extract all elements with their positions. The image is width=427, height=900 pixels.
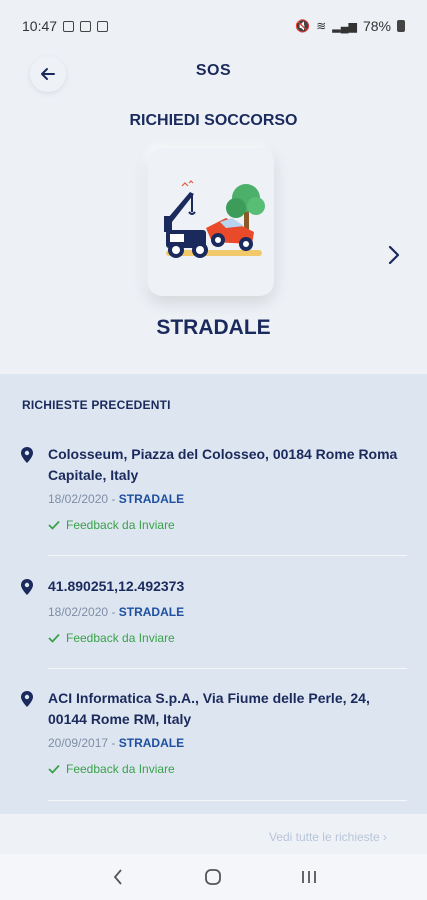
request-item[interactable]: ACI Informatica S.p.A., Via Fiume delle … <box>0 688 427 804</box>
tow-truck-illustration <box>164 180 265 258</box>
status-time: 10:47 <box>22 18 58 34</box>
nav-recents-button[interactable] <box>294 862 324 892</box>
request-type: STRADALE <box>118 736 185 750</box>
location-pin-icon <box>21 579 33 595</box>
roadside-assistance-card[interactable] <box>148 148 274 296</box>
request-meta: 18/02/2020 - STRADALE <box>48 605 185 619</box>
request-help-title: RICHIEDI SOCCORSO <box>129 112 298 129</box>
request-item[interactable]: Colosseum, Piazza del Colosseo, 00184 Ro… <box>0 444 427 556</box>
location-pin-icon <box>21 691 33 707</box>
check-icon <box>48 764 60 774</box>
mute-icon: 🔇 <box>295 19 311 33</box>
feedback-status: Feedback da Inviare <box>48 631 175 645</box>
page-title: SOS <box>195 62 232 79</box>
chevron-right-icon <box>388 245 400 265</box>
request-address: 41.890251,12.492373 <box>48 578 185 594</box>
request-date: 20/09/2017 <box>48 736 109 750</box>
app-header: SOS <box>0 52 427 96</box>
request-item[interactable]: 41.890251,12.492373 18/02/2020 - STRADAL… <box>0 576 427 670</box>
check-icon <box>48 520 60 530</box>
request-address: Colosseum, Piazza del Colosseo, 00184 Ro… <box>48 446 398 483</box>
feedback-status: Feedback da Inviare <box>48 762 175 776</box>
feedback-label: Feedback da Inviare <box>66 631 175 645</box>
request-type: STRADALE <box>118 492 185 506</box>
wifi-icon: ≋ <box>316 19 327 33</box>
divider <box>48 800 407 801</box>
check-icon <box>48 633 60 643</box>
previous-requests-panel: RICHIESTE PRECEDENTI Colosseum, Piazza d… <box>0 374 427 814</box>
status-right: 🔇 ≋ ▂▄▆ 78% <box>295 18 405 34</box>
nav-recents-icon <box>302 871 317 883</box>
status-battery: 78% <box>362 18 391 34</box>
request-type: STRADALE <box>118 605 185 619</box>
divider <box>48 555 407 556</box>
assistance-type-label: STRADALE <box>156 316 271 339</box>
request-date: 18/02/2020 <box>48 492 109 506</box>
request-meta: 18/02/2020 - STRADALE <box>48 492 185 506</box>
feedback-label: Feedback da Inviare <box>66 762 175 776</box>
next-type-button[interactable] <box>382 240 406 270</box>
status-bar: 10:47 🔇 ≋ ▂▄▆ 78% <box>0 0 427 52</box>
divider <box>48 668 407 669</box>
request-address: ACI Informatica S.p.A., Via Fiume delle … <box>48 690 370 727</box>
feedback-status: Feedback da Inviare <box>48 518 175 532</box>
previous-requests-title: RICHIESTE PRECEDENTI <box>22 398 171 412</box>
nav-home-icon <box>205 869 222 885</box>
gallery-notification-icon <box>63 20 75 32</box>
request-date: 18/02/2020 <box>48 605 109 619</box>
footer: Vedi tutte le richieste › <box>0 814 427 854</box>
battery-icon <box>397 20 405 32</box>
system-nav-bar <box>0 854 427 900</box>
location-pin-icon <box>21 447 33 463</box>
request-meta: 20/09/2017 - STRADALE <box>48 736 185 750</box>
status-left: 10:47 <box>22 18 109 34</box>
checklist-notification-icon <box>97 20 109 32</box>
nav-home-button[interactable] <box>198 862 228 892</box>
signal-icon: ▂▄▆ <box>332 20 357 33</box>
feedback-label: Feedback da Inviare <box>66 518 175 532</box>
nav-back-icon <box>113 869 122 885</box>
person-notification-icon <box>80 20 92 32</box>
see-all-requests-link[interactable]: Vedi tutte le richieste › <box>269 830 387 844</box>
nav-back-button[interactable] <box>103 862 133 892</box>
